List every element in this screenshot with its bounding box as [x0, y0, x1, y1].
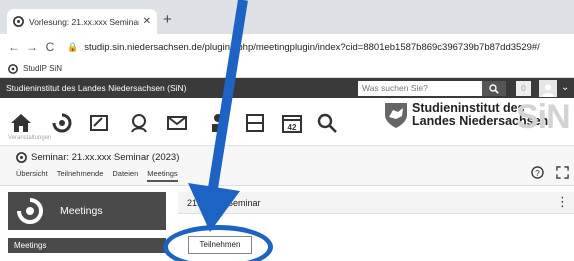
course-tabs: Übersicht Teilnehmende Dateien Meetings	[16, 169, 187, 182]
meeting-title: 21.xx.xxx Seminar	[187, 198, 261, 208]
site-name[interactable]: Studieninstitut des Landes Niedersachsen…	[6, 83, 187, 93]
avatar[interactable]	[539, 80, 557, 97]
sidebar-heading-label: Meetings	[60, 205, 103, 217]
search-icon	[489, 83, 499, 94]
address-bar-row: ← → C 🔒 studip.sin.niedersachsen.de/plug…	[0, 34, 574, 60]
mail-icon[interactable]	[166, 112, 188, 134]
browser-tab[interactable]: Vorlesung: 21.xx.xxx Seminar - M ✕	[7, 9, 157, 34]
course-header: Seminar: 21.xx.xxx Seminar (2023) Übersi…	[0, 146, 574, 186]
sidebar: Meetings Meetings	[0, 186, 176, 261]
address-bar-url[interactable]: studip.sin.niedersachsen.de/plugins.php/…	[84, 42, 540, 53]
chevron-down-icon[interactable]: ⌄	[561, 82, 569, 93]
search-button[interactable]	[482, 81, 506, 96]
home-icon[interactable]	[10, 112, 32, 134]
meetings-logo-icon	[17, 198, 43, 224]
nav-label-courses: Veranstaltungen	[8, 135, 52, 141]
fullscreen-icon[interactable]	[556, 166, 569, 179]
notification-count[interactable]: 0	[516, 81, 531, 96]
search-icon[interactable]	[316, 112, 338, 134]
main-navigation: Veranstaltungen 42 Studieninstitut des L…	[0, 98, 574, 146]
calendar-icon[interactable]: 42	[281, 112, 303, 134]
course-title-text: Seminar: 21.xx.xxx Seminar (2023)	[31, 152, 180, 163]
tab-files[interactable]: Dateien	[112, 169, 138, 182]
sidebar-item-meetings[interactable]: Meetings	[8, 238, 166, 253]
sin-logo[interactable]: Studieninstitut des Landes Niedersachsen…	[383, 98, 571, 139]
user-avatar-icon	[542, 84, 554, 97]
studip-favicon-icon	[13, 16, 24, 27]
browser-tab-title: Vorlesung: 21.xx.xxx Seminar - M	[29, 16, 139, 27]
highlight-ellipse	[163, 225, 273, 261]
sidebar-heading: Meetings	[8, 192, 166, 230]
bookmarks-bar: StudIP SiN	[0, 60, 574, 78]
meeting-panel-header: 21.xx.xxx Seminar ⋮	[178, 192, 574, 214]
svg-text:?: ?	[535, 168, 540, 178]
course-icon	[16, 152, 27, 163]
profile-icon[interactable]	[207, 112, 229, 134]
courses-icon[interactable]	[51, 112, 73, 134]
reload-icon[interactable]: C	[41, 40, 59, 54]
plus-icon[interactable]: +	[163, 12, 172, 27]
messages-icon[interactable]	[88, 112, 110, 134]
logo-mark: SiN	[516, 98, 571, 136]
tab-meetings[interactable]: Meetings	[147, 169, 178, 182]
browser-tab-strip: Vorlesung: 21.xx.xxx Seminar - M ✕ +	[0, 0, 574, 34]
planner-icon[interactable]	[244, 112, 266, 134]
more-options-icon[interactable]: ⋮	[556, 194, 569, 210]
calendar-day: 42	[288, 123, 297, 132]
help-icon[interactable]: ?	[531, 166, 544, 179]
forward-arrow-icon[interactable]: →	[23, 40, 41, 54]
close-icon[interactable]: ✕	[143, 16, 151, 27]
back-arrow-icon[interactable]: ←	[5, 40, 23, 54]
screenshot-root: Vorlesung: 21.xx.xxx Seminar - M ✕ + ← →…	[0, 0, 574, 261]
tab-participants[interactable]: Teilnehmende	[57, 169, 104, 182]
lock-icon[interactable]: 🔒	[67, 42, 78, 53]
course-title: Seminar: 21.xx.xxx Seminar (2023)	[16, 152, 179, 163]
community-icon[interactable]	[128, 112, 150, 134]
site-header-bar: Studieninstitut des Landes Niedersachsen…	[0, 78, 574, 98]
bookmark-studip[interactable]: StudIP SiN	[23, 64, 62, 73]
search-input[interactable]: Was suchen Sie?	[358, 81, 482, 96]
tab-overview[interactable]: Übersicht	[16, 169, 48, 182]
lower-saxony-crest-icon	[385, 103, 407, 128]
studip-favicon-icon	[8, 63, 18, 74]
